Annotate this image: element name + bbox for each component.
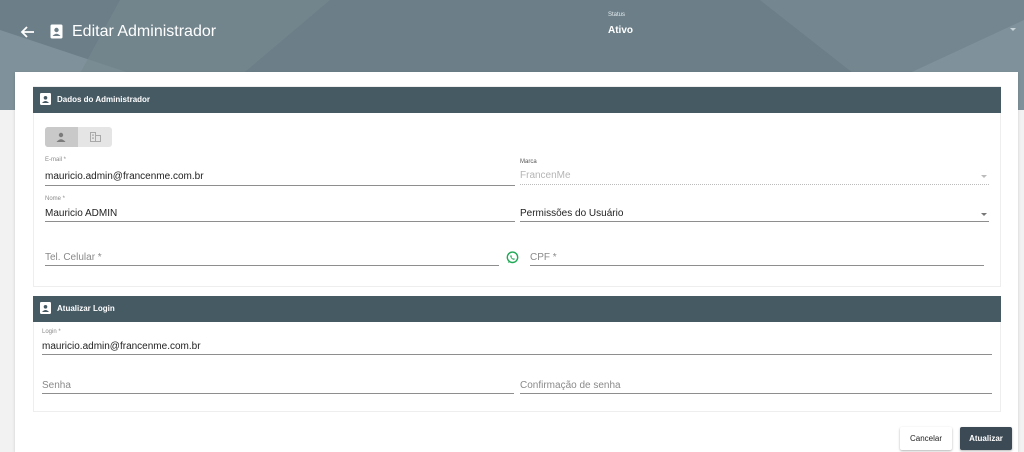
status-value: Ativo [608, 25, 633, 36]
nome-value: Mauricio ADMIN [45, 208, 118, 219]
password-confirm-placeholder: Confirmação de senha [520, 380, 621, 391]
phone-field[interactable]: Tel. Celular * [45, 244, 499, 266]
marca-select[interactable]: Marca FrancenMe [520, 158, 989, 185]
page-title: Editar Administrador [72, 23, 217, 40]
email-label: E-mail * [45, 157, 67, 163]
chevron-down-icon [1010, 28, 1016, 31]
person-icon [56, 132, 66, 142]
update-button[interactable]: Atualizar [960, 427, 1012, 450]
chevron-down-icon [981, 175, 987, 178]
section-title: Dados do Administrador [57, 95, 151, 104]
person-type-toggle[interactable] [45, 127, 112, 147]
phone-placeholder: Tel. Celular * [45, 252, 102, 263]
marca-label: Marca [520, 159, 537, 165]
login-label: Login * [42, 329, 61, 335]
cancel-button[interactable]: Cancelar [900, 427, 952, 450]
permissions-placeholder: Permissões do Usuário [520, 208, 624, 219]
marca-value: FrancenMe [520, 170, 571, 181]
person-toggle-option[interactable] [45, 127, 78, 147]
password-placeholder: Senha [42, 380, 71, 391]
admin-section-header: Dados do Administrador [33, 87, 1001, 113]
password-confirm-field[interactable]: Confirmação de senha [520, 372, 992, 394]
permissions-select[interactable]: Permissões do Usuário [520, 196, 989, 222]
status-select[interactable]: Status Ativo [608, 12, 1018, 40]
nome-field[interactable]: Nome * Mauricio ADMIN [45, 196, 515, 222]
login-section-header: Atualizar Login [33, 296, 1001, 322]
email-value: mauricio.admin@francenme.com.br [45, 171, 204, 182]
admin-badge-icon [40, 93, 51, 105]
login-field[interactable]: Login * mauricio.admin@francenme.com.br [42, 328, 992, 355]
login-value: mauricio.admin@francenme.com.br [42, 341, 201, 352]
building-icon [90, 132, 101, 142]
cpf-field[interactable]: CPF * [530, 244, 984, 266]
back-arrow-icon[interactable] [20, 24, 36, 40]
password-field[interactable]: Senha [42, 372, 514, 394]
admin-badge-icon [40, 302, 51, 314]
company-toggle-option[interactable] [79, 127, 112, 147]
nome-label: Nome * [45, 196, 66, 202]
admin-badge-icon [50, 24, 63, 39]
whatsapp-icon[interactable] [506, 251, 519, 264]
section-title: Atualizar Login [57, 304, 115, 313]
status-label: Status [608, 12, 626, 18]
chevron-down-icon [981, 213, 987, 216]
cpf-placeholder: CPF * [530, 252, 557, 263]
email-field[interactable]: E-mail * mauricio.admin@francenme.com.br [45, 156, 515, 186]
